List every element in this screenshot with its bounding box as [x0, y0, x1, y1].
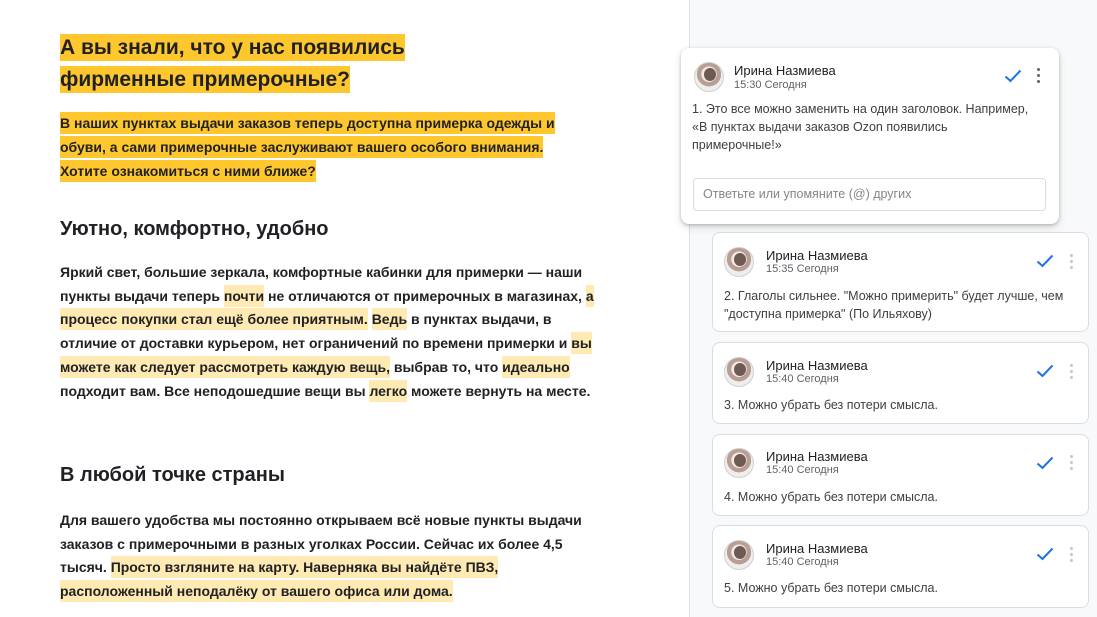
more-vert-icon[interactable]	[1070, 455, 1074, 471]
text-run: выбрав то, что	[389, 358, 503, 375]
highlight-run: почти	[223, 284, 265, 307]
avatar	[724, 540, 754, 570]
comment-text: 3. Можно убрать без потери смысла.	[724, 398, 938, 412]
comment-time: 15:40 Сегодня	[766, 373, 839, 385]
lead-highlight: В наших пунктах выдачи заказов теперь до…	[60, 112, 555, 182]
more-vert-icon[interactable]	[1070, 254, 1074, 270]
comment-author: Ирина Назмиева	[766, 449, 868, 464]
more-vert-icon[interactable]	[1037, 68, 1041, 84]
more-vert-icon[interactable]	[1070, 364, 1074, 380]
lead-paragraph[interactable]: В наших пунктах выдачи заказов теперь до…	[60, 111, 590, 183]
comment-author: Ирина Назмиева	[734, 63, 836, 78]
section-heading-country[interactable]: В любой точке страны	[60, 464, 285, 487]
more-vert-icon[interactable]	[1070, 547, 1074, 563]
comment-text: 4. Можно убрать без потери смысла.	[724, 490, 938, 504]
document-page: А вы знали, что у нас появились фирменны…	[0, 0, 690, 617]
comment-card-active[interactable]: Ирина Назмиева 15:30 Сегодня 1. Это все …	[681, 48, 1059, 224]
comment-card[interactable]: Ирина Назмиева 15:40 Сегодня 3. Можно уб…	[712, 342, 1089, 424]
text-run: не отличаются от примерочных в магазинах…	[264, 287, 586, 304]
avatar	[724, 357, 754, 387]
check-icon[interactable]	[1004, 69, 1022, 83]
comment-author: Ирина Назмиева	[766, 358, 868, 373]
section-paragraph-cozy[interactable]: Яркий свет, большие зеркала, комфортные …	[60, 261, 605, 403]
comment-time: 15:40 Сегодня	[766, 464, 839, 476]
highlight-run: Просто взгляните на карту. Наверняка вы …	[60, 556, 499, 603]
section-paragraph-country[interactable]: Для вашего удобства мы постоянно открыва…	[60, 509, 605, 604]
document-title[interactable]: А вы знали, что у нас появились фирменны…	[60, 32, 530, 96]
comment-author: Ирина Назмиева	[766, 541, 868, 556]
highlight-run: Ведь	[371, 308, 408, 331]
check-icon[interactable]	[1036, 254, 1054, 268]
comment-card[interactable]: Ирина Назмиева 15:40 Сегодня 5. Можно уб…	[712, 525, 1089, 608]
comment-text: 5. Можно убрать без потери смысла.	[724, 581, 938, 595]
check-icon[interactable]	[1036, 364, 1054, 378]
highlight-run: идеально	[502, 355, 570, 378]
title-highlight: А вы знали, что у нас появились фирменны…	[60, 34, 405, 93]
comment-text: 1. Это все можно заменить на один заголо…	[692, 102, 1029, 152]
highlight-run: легко	[369, 379, 408, 402]
avatar	[724, 448, 754, 478]
check-icon[interactable]	[1036, 456, 1054, 470]
section-heading-cozy[interactable]: Уютно, комфортно, удобно	[60, 218, 329, 241]
comment-author: Ирина Назмиева	[766, 248, 868, 263]
reply-input[interactable]: Ответьте или упомяните (@) других	[693, 178, 1046, 211]
text-run: можете вернуть на месте.	[407, 382, 591, 399]
comment-time: 15:35 Сегодня	[766, 263, 839, 275]
check-icon[interactable]	[1036, 547, 1054, 561]
comment-time: 15:40 Сегодня	[766, 556, 839, 568]
text-run: подходит вам. Все неподошедшие вещи вы	[60, 382, 370, 399]
avatar	[724, 247, 754, 277]
comment-text: 2. Глаголы сильнее. "Можно примерить" бу…	[724, 289, 1064, 321]
avatar	[694, 62, 724, 92]
comment-card[interactable]: Ирина Назмиева 15:40 Сегодня 4. Можно уб…	[712, 434, 1089, 516]
comment-card[interactable]: Ирина Назмиева 15:35 Сегодня 2. Глаголы …	[712, 232, 1089, 332]
comment-time: 15:30 Сегодня	[734, 79, 807, 91]
